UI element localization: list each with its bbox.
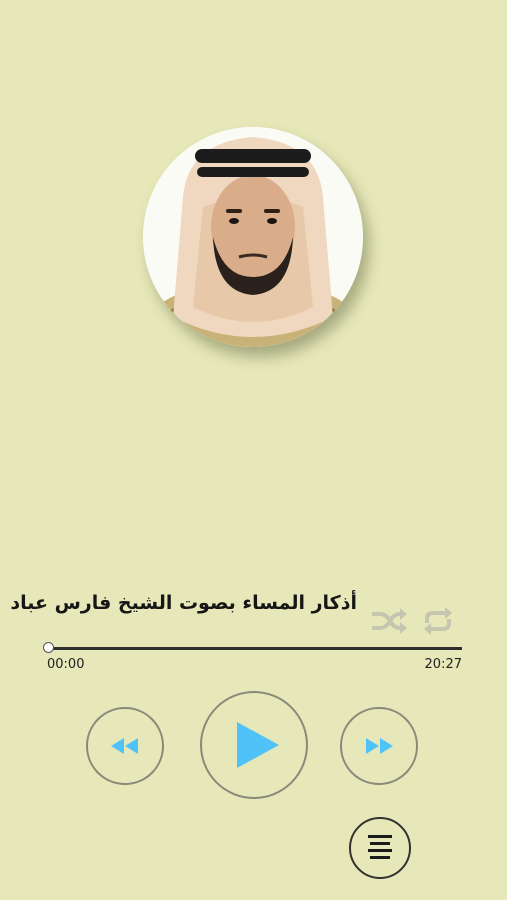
- repeat-button[interactable]: [420, 604, 456, 638]
- progress-bar[interactable]: [48, 647, 462, 650]
- total-time: 20:27: [424, 657, 462, 672]
- shuffle-icon: [372, 608, 407, 634]
- rewind-button[interactable]: [86, 707, 164, 785]
- reciter-avatar: [143, 127, 363, 347]
- shuffle-button[interactable]: [369, 604, 409, 638]
- reciter-portrait: [143, 127, 363, 347]
- fast-forward-button[interactable]: [340, 707, 418, 785]
- playlist-button[interactable]: [349, 817, 411, 879]
- play-button[interactable]: [200, 691, 308, 799]
- rewind-icon: [111, 738, 138, 754]
- fast-forward-icon: [366, 738, 393, 754]
- playlist-menu-icon: [368, 835, 392, 859]
- play-icon: [237, 722, 279, 768]
- track-title: أذكار المساء بصوت الشيخ فارس عباد: [10, 592, 357, 614]
- current-time: 00:00: [47, 657, 85, 672]
- repeat-icon: [424, 607, 452, 635]
- progress-thumb[interactable]: [43, 642, 54, 653]
